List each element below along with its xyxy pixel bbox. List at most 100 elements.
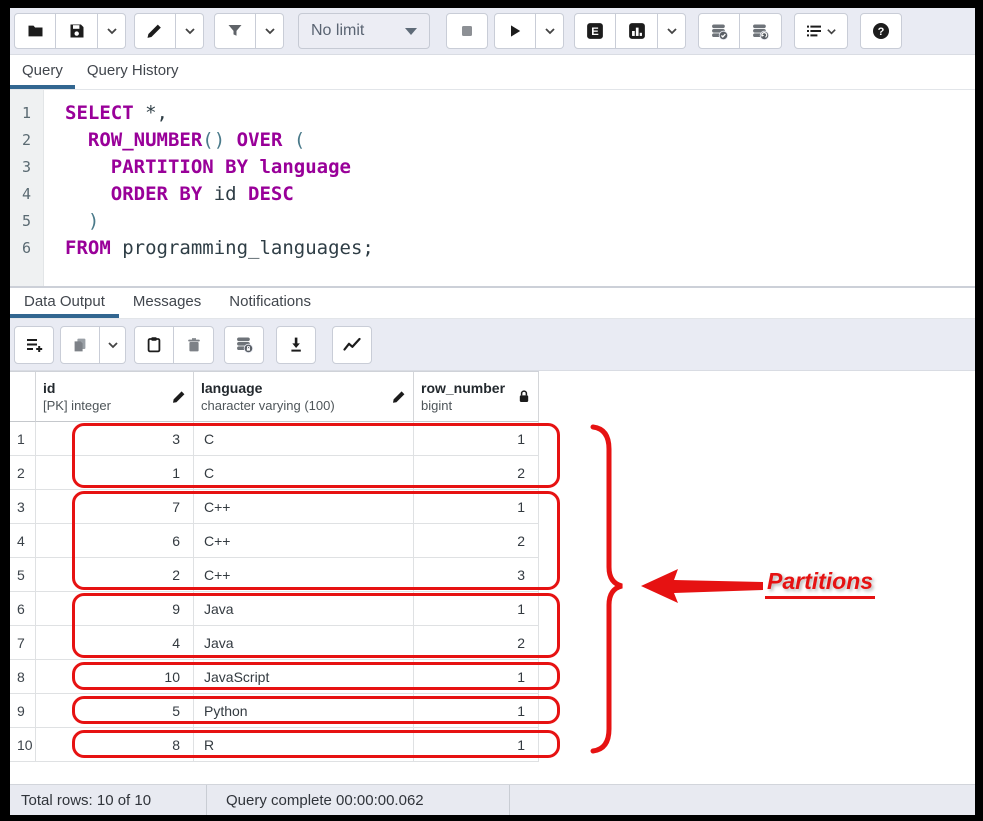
cell-language[interactable]: Python (194, 694, 414, 728)
graph-visualiser-button[interactable] (332, 326, 372, 364)
row-selector[interactable]: 8 (10, 660, 36, 694)
row-selector[interactable]: 4 (10, 524, 36, 558)
edit-button[interactable] (134, 13, 176, 49)
filter-button[interactable] (214, 13, 256, 49)
explain-analyze-button[interactable] (616, 13, 658, 49)
save-menu-button[interactable] (98, 13, 126, 49)
download-icon (288, 336, 304, 353)
cell-language[interactable]: Java (194, 626, 414, 660)
code-line[interactable]: FROM programming_languages; (65, 235, 374, 262)
tab-query[interactable]: Query (10, 55, 75, 89)
row-selector[interactable]: 3 (10, 490, 36, 524)
edit-menu-button[interactable] (176, 13, 204, 49)
code-line[interactable]: ORDER BY id DESC (65, 181, 374, 208)
column-header-id[interactable]: id [PK] integer (36, 372, 194, 422)
output-tabbar: Data Output Messages Notifications (10, 288, 975, 319)
download-button[interactable] (276, 326, 316, 364)
add-row-button[interactable] (14, 326, 54, 364)
cell-language[interactable]: C++ (194, 524, 414, 558)
filter-menu-button[interactable] (256, 13, 284, 49)
cell-row-number[interactable]: 1 (414, 422, 539, 456)
macros-button[interactable] (794, 13, 848, 49)
row-selector[interactable]: 2 (10, 456, 36, 490)
cell-row-number[interactable]: 1 (414, 728, 539, 762)
cell-language[interactable]: C (194, 422, 414, 456)
rollback-button[interactable] (740, 13, 782, 49)
paste-icon (146, 336, 162, 353)
explain-button[interactable]: E (574, 13, 616, 49)
total-rows-text: Total rows: 10 of 10 (21, 792, 151, 809)
query-complete-status: Query complete 00:00:00.062 (207, 785, 510, 815)
cell-id[interactable]: 5 (36, 694, 194, 728)
main-toolbar: No limit E (10, 8, 975, 55)
line-number: 5 (10, 208, 43, 235)
cell-language[interactable]: Java (194, 592, 414, 626)
cell-id[interactable]: 4 (36, 626, 194, 660)
column-name: language (201, 379, 392, 397)
paste-button[interactable] (134, 326, 174, 364)
cell-language[interactable]: C++ (194, 490, 414, 524)
cell-id[interactable]: 8 (36, 728, 194, 762)
rollback-icon (752, 23, 769, 40)
line-number: 2 (10, 127, 43, 154)
cell-row-number[interactable]: 1 (414, 660, 539, 694)
column-header-row-number[interactable]: row_number bigint (414, 372, 539, 422)
sql-editor[interactable]: 123456 SELECT *, ROW_NUMBER() OVER ( PAR… (10, 90, 975, 286)
copy-button[interactable] (60, 326, 100, 364)
delete-row-button[interactable] (174, 326, 214, 364)
row-limit-select[interactable]: No limit (298, 13, 430, 49)
code-line[interactable]: ROW_NUMBER() OVER ( (65, 127, 374, 154)
commit-button[interactable] (698, 13, 740, 49)
open-file-button[interactable] (14, 13, 56, 49)
cell-id[interactable]: 9 (36, 592, 194, 626)
editor-code[interactable]: SELECT *, ROW_NUMBER() OVER ( PARTITION … (44, 90, 374, 286)
cell-id[interactable]: 3 (36, 422, 194, 456)
cell-id[interactable]: 10 (36, 660, 194, 694)
cell-row-number[interactable]: 1 (414, 694, 539, 728)
save-data-button[interactable] (224, 326, 264, 364)
help-button[interactable]: ? (860, 13, 902, 49)
column-type: [PK] integer (43, 397, 172, 414)
tab-messages[interactable]: Messages (119, 288, 215, 318)
table-row: 52C++3 (10, 558, 539, 592)
row-selector[interactable]: 7 (10, 626, 36, 660)
cell-id[interactable]: 2 (36, 558, 194, 592)
cell-row-number[interactable]: 1 (414, 490, 539, 524)
cell-row-number[interactable]: 2 (414, 456, 539, 490)
column-header-language[interactable]: language character varying (100) (194, 372, 414, 422)
row-selector[interactable]: 5 (10, 558, 36, 592)
execute-button[interactable] (494, 13, 536, 49)
cell-row-number[interactable]: 1 (414, 592, 539, 626)
explain-menu-button[interactable] (658, 13, 686, 49)
row-selector[interactable]: 10 (10, 728, 36, 762)
editor-gutter: 123456 (10, 90, 44, 286)
cell-id[interactable]: 6 (36, 524, 194, 558)
code-line[interactable]: PARTITION BY language (65, 154, 374, 181)
select-all-corner[interactable] (10, 372, 36, 422)
code-line[interactable]: ) (65, 208, 374, 235)
tab-notifications[interactable]: Notifications (215, 288, 325, 318)
cell-language[interactable]: C++ (194, 558, 414, 592)
macros-icon (806, 23, 822, 39)
cell-language[interactable]: C (194, 456, 414, 490)
row-selector[interactable]: 9 (10, 694, 36, 728)
cell-row-number[interactable]: 2 (414, 524, 539, 558)
cell-language[interactable]: JavaScript (194, 660, 414, 694)
pgadmin-query-tool: No limit E (10, 8, 975, 815)
save-button[interactable] (56, 13, 98, 49)
row-selector[interactable]: 1 (10, 422, 36, 456)
cell-row-number[interactable]: 2 (414, 626, 539, 660)
execute-menu-button[interactable] (536, 13, 564, 49)
cell-id[interactable]: 7 (36, 490, 194, 524)
table-row: 37C++1 (10, 490, 539, 524)
tab-query-history[interactable]: Query History (75, 55, 191, 89)
cell-id[interactable]: 1 (36, 456, 194, 490)
copy-menu-button[interactable] (100, 326, 126, 364)
stop-button[interactable] (446, 13, 488, 49)
cell-row-number[interactable]: 3 (414, 558, 539, 592)
row-selector[interactable]: 6 (10, 592, 36, 626)
tab-data-output[interactable]: Data Output (10, 288, 119, 318)
code-line[interactable]: SELECT *, (65, 100, 374, 127)
cell-language[interactable]: R (194, 728, 414, 762)
play-icon (507, 23, 523, 39)
